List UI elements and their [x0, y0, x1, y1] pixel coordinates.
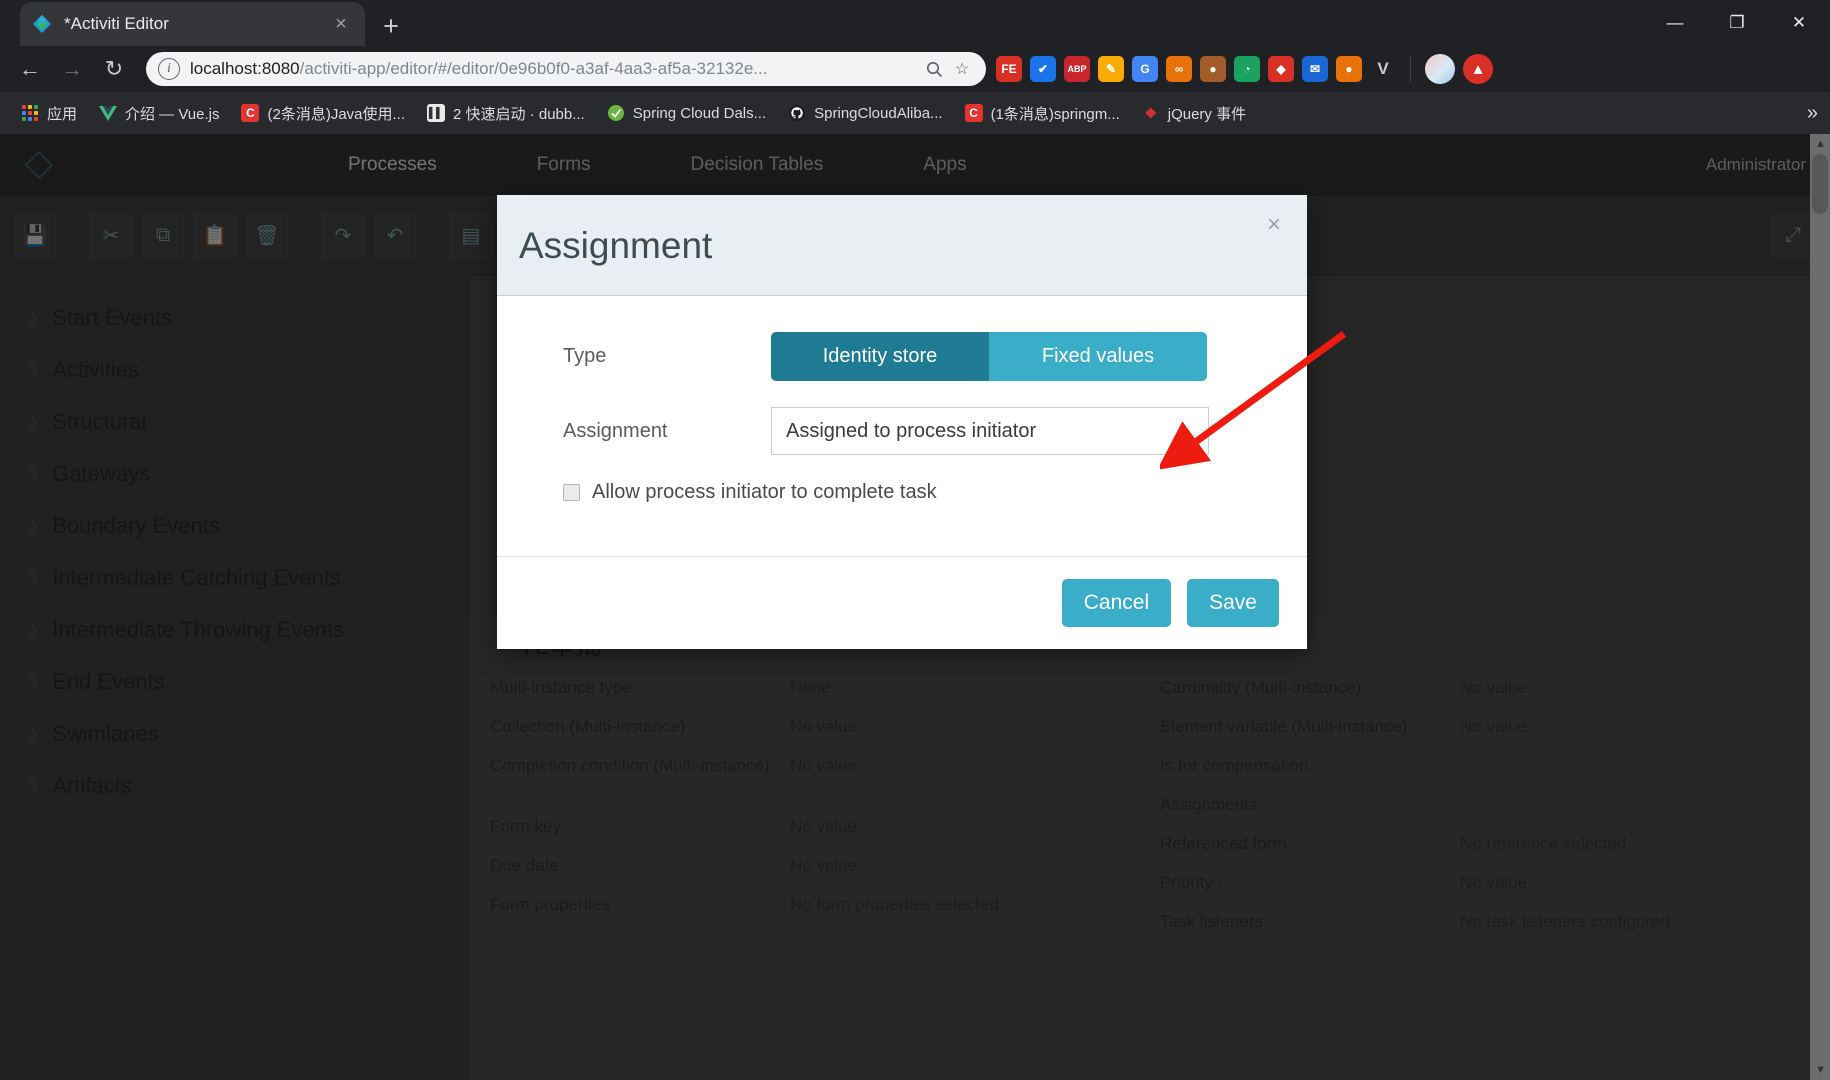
bookmark-item-apps[interactable]: 应用: [12, 98, 86, 128]
extension-tiger-icon[interactable]: ●: [1200, 56, 1226, 82]
bookmark-label: 应用: [47, 105, 78, 123]
apps-grid-icon: [21, 104, 39, 122]
bookmark-label: (2条消息)Java使用...: [267, 105, 406, 123]
address-bar-url: localhost:8080/activiti-app/editor/#/edi…: [190, 59, 920, 79]
bookmarks-overflow-icon[interactable]: »: [1807, 102, 1818, 125]
extension-v-icon[interactable]: V: [1370, 56, 1396, 82]
jquery-icon: ❖: [1144, 104, 1158, 121]
csdn-icon: C: [964, 104, 983, 122]
window-close-button[interactable]: ✕: [1768, 0, 1830, 46]
search-icon[interactable]: [920, 61, 948, 78]
modal-title: Assignment: [519, 225, 713, 266]
bookmark-item-dubbo[interactable]: ▌▌ 2 快速启动 · dubb...: [418, 98, 594, 128]
bookmark-item-spring-cloud[interactable]: Spring Cloud Dals...: [598, 98, 775, 128]
allow-initiator-checkbox[interactable]: [563, 484, 580, 501]
type-row: Type Identity store Fixed values: [531, 332, 1273, 381]
url-path: /activiti-app/editor/#/editor/0e96b0f0-a…: [299, 59, 768, 78]
url-host: localhost:8080: [190, 59, 300, 78]
browser-titlebar: *Activiti Editor × + — ❐ ✕: [0, 0, 1830, 46]
new-tab-button[interactable]: +: [371, 6, 411, 46]
toolbar-divider: [1410, 56, 1411, 82]
vue-icon: [99, 104, 118, 122]
browser-menu-icon[interactable]: ▲: [1463, 54, 1493, 84]
csdn-icon: C: [241, 104, 260, 122]
extension-leaf-icon[interactable]: ◔: [1234, 56, 1260, 82]
cancel-button[interactable]: Cancel: [1061, 579, 1172, 627]
bookmarks-bar: 应用 介绍 — Vue.js C (2条消息)Java使用... ▌▌ 2 快速…: [0, 92, 1830, 134]
extension-red-icon[interactable]: ◆: [1268, 56, 1294, 82]
window-minimize-button[interactable]: —: [1644, 0, 1706, 46]
bookmark-label: 2 快速启动 · dubb...: [453, 105, 585, 123]
type-option-identity-store[interactable]: Identity store: [771, 332, 989, 381]
allow-initiator-label: Allow process initiator to complete task: [592, 481, 937, 503]
bookmark-item-csdn-java[interactable]: C (2条消息)Java使用...: [232, 98, 414, 128]
tab-close-icon[interactable]: ×: [329, 12, 353, 36]
extension-check-icon[interactable]: ✔: [1030, 56, 1056, 82]
modal-body: Type Identity store Fixed values Assignm…: [497, 296, 1307, 556]
modal-footer: Cancel Save: [497, 556, 1307, 649]
tab-title: *Activiti Editor: [64, 14, 169, 33]
extension-notes-icon[interactable]: ✎: [1098, 56, 1124, 82]
assignment-row: Assignment: [531, 407, 1273, 455]
forward-icon[interactable]: →: [52, 49, 92, 89]
bookmark-label: SpringCloudAliba...: [814, 104, 943, 122]
window-maximize-button[interactable]: ❐: [1706, 0, 1768, 46]
bookmark-label: Spring Cloud Dals...: [632, 104, 767, 122]
assignment-label: Assignment: [563, 419, 668, 442]
bookmark-label: jQuery 事件: [1167, 105, 1247, 123]
profile-avatar[interactable]: [1425, 54, 1455, 84]
extension-fe-icon[interactable]: FE: [996, 56, 1022, 82]
bookmark-item-springcloudalibaba[interactable]: SpringCloudAliba...: [779, 98, 951, 128]
extension-orange-icon[interactable]: ●: [1336, 56, 1362, 82]
dubbo-icon: ▌▌: [427, 104, 446, 122]
bookmark-label: (1条消息)springm...: [990, 105, 1120, 123]
modal-header: × Assignment: [497, 195, 1307, 296]
extension-adblock-icon[interactable]: ABP: [1064, 56, 1090, 82]
bookmark-item-vuejs[interactable]: 介绍 — Vue.js: [90, 98, 228, 128]
browser-navbar: ← → ↻ i localhost:8080/activiti-app/edit…: [0, 46, 1830, 92]
close-icon[interactable]: ×: [1267, 213, 1281, 237]
github-icon: [788, 104, 806, 122]
extension-infinity-icon[interactable]: ∞: [1166, 56, 1192, 82]
assignment-modal: × Assignment Type Identity store Fixed v…: [497, 195, 1307, 649]
extension-mail-icon[interactable]: ✉: [1302, 56, 1328, 82]
extensions-toolbar: FE ✔ ABP ✎ G ∞ ● ◔ ◆ ✉ ● V ▲: [996, 54, 1493, 84]
browser-window: *Activiti Editor × + — ❐ ✕ ← → ↻ i local…: [0, 0, 1830, 1080]
save-button[interactable]: Save: [1187, 579, 1279, 627]
type-label: Type: [563, 345, 607, 367]
browser-tab-activiti-editor[interactable]: *Activiti Editor ×: [20, 2, 365, 46]
bookmark-item-jquery[interactable]: ❖ jQuery 事件: [1133, 98, 1255, 128]
reload-icon[interactable]: ↻: [94, 49, 134, 89]
assignment-input[interactable]: [771, 407, 1209, 455]
bookmark-label: 介绍 — Vue.js: [125, 105, 220, 123]
address-bar[interactable]: i localhost:8080/activiti-app/editor/#/e…: [146, 52, 986, 86]
activiti-diamond-icon: [32, 14, 52, 34]
bookmark-star-icon[interactable]: ☆: [948, 59, 976, 79]
bookmark-item-csdn-springm[interactable]: C (1条消息)springm...: [956, 98, 1129, 128]
site-info-icon[interactable]: i: [158, 58, 180, 80]
allow-initiator-row[interactable]: Allow process initiator to complete task: [531, 481, 1273, 504]
spring-icon: [607, 104, 625, 122]
type-toggle-group: Identity store Fixed values: [771, 332, 1207, 381]
type-option-fixed-values[interactable]: Fixed values: [989, 332, 1207, 381]
window-controls: — ❐ ✕: [1644, 0, 1830, 46]
back-icon[interactable]: ←: [10, 49, 50, 89]
extension-translate-icon[interactable]: G: [1132, 56, 1158, 82]
